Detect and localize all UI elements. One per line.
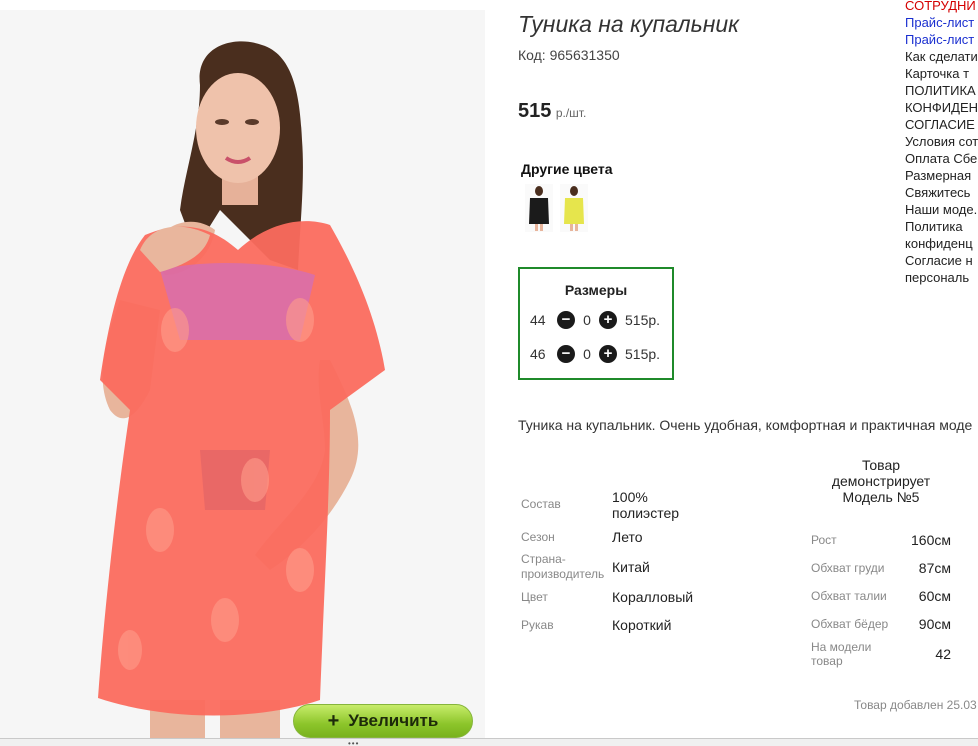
size-price: 515р. (625, 312, 661, 328)
property-value: Китай (612, 559, 650, 575)
color-swatch-yellow[interactable] (560, 184, 588, 232)
sidebar-link[interactable]: Политика (905, 218, 978, 235)
sidebar-link[interactable]: конфиденц (905, 235, 978, 252)
quantity-value[interactable]: 0 (575, 312, 599, 328)
added-date: Товар добавлен 25.03 (854, 698, 977, 712)
sidebar-link[interactable]: Свяжитесь (905, 184, 978, 201)
sidebar-links: СОТРУДНИ Прайс-лист Прайс-лист Как сдела… (905, 0, 978, 286)
plus-icon: + (327, 709, 340, 732)
size-price: 515р. (625, 346, 661, 362)
property-value: Коралловый (612, 589, 694, 605)
model-measure-label: Обхват талии (811, 589, 887, 603)
sizes-panel: Размеры 44 − 0 + 515р. 46 − 0 + 515р. (518, 267, 674, 380)
minus-button[interactable]: − (557, 345, 575, 363)
model-measure-label: Обхват бёдер (811, 617, 889, 631)
other-colors-title: Другие цвета (521, 161, 613, 177)
model-measure-value: 42 (935, 646, 951, 662)
property-label: Цвет (521, 590, 548, 604)
sidebar-link[interactable]: Оплата Сбе (905, 150, 978, 167)
sidebar-link[interactable]: Условия сот (905, 133, 978, 150)
plus-button[interactable]: + (599, 345, 617, 363)
property-label: Рукав (521, 618, 554, 632)
product-price: 515 р./шт. (518, 100, 586, 123)
product-image (0, 10, 485, 744)
model-measure-label: Обхват груди (811, 561, 885, 575)
sidebar-link[interactable]: Размерная (905, 167, 978, 184)
sidebar-link[interactable]: Как сделати (905, 48, 978, 65)
property-value: 100% полиэстер (612, 489, 680, 521)
zoom-button-label: Увеличить (348, 711, 439, 730)
sidebar-link[interactable]: СОТРУДНИ (905, 0, 978, 14)
sidebar-link[interactable]: Прайс-лист (905, 31, 978, 48)
sizes-title: Размеры (564, 282, 628, 298)
product-title: Туника на купальник (518, 11, 740, 37)
product-description: Туника на купальник. Очень удобная, комф… (518, 417, 973, 433)
sidebar-link[interactable]: КОНФИДЕН (905, 99, 978, 116)
size-value: 46 (530, 346, 546, 362)
size-value: 44 (530, 312, 546, 328)
sidebar-link[interactable]: Наши моде. (905, 201, 978, 218)
property-value: Лето (612, 529, 643, 545)
model-measure-label: На модели товар (811, 640, 872, 668)
model-measure-label: Рост (811, 533, 837, 547)
property-label: Страна-производитель (521, 552, 605, 581)
zoom-button[interactable]: + Увеличить (293, 704, 473, 738)
property-label: Состав (521, 497, 561, 511)
model-measure-value: 160см (911, 532, 951, 548)
scrollbar-grip-icon: ••• (348, 739, 360, 746)
minus-button[interactable]: − (557, 311, 575, 329)
size-row: 46 − 0 + 515р. (530, 345, 660, 363)
model-title: Товар демонстрирует Модель №5 (831, 457, 931, 505)
sidebar-link[interactable]: ПОЛИТИКА (905, 82, 978, 99)
model-measure-value: 90см (918, 616, 951, 632)
size-row: 44 − 0 + 515р. (530, 311, 660, 329)
product-code: Код: 965631350 (518, 47, 620, 63)
property-value: Короткий (612, 617, 672, 633)
price-currency: р./шт. (555, 106, 587, 120)
price-amount: 515 (518, 100, 552, 122)
quantity-value[interactable]: 0 (575, 346, 599, 362)
color-swatch-black[interactable] (525, 184, 553, 232)
property-label: Сезон (521, 530, 555, 544)
product-photo[interactable] (0, 10, 485, 744)
sidebar-link[interactable]: Согласие н (905, 252, 978, 269)
model-measure-value: 87см (918, 560, 951, 576)
horizontal-scrollbar[interactable]: ••• (0, 738, 978, 746)
sidebar-link[interactable]: персональ (905, 269, 978, 286)
sidebar-link[interactable]: СОГЛАСИЕ (905, 116, 978, 133)
sidebar-link[interactable]: Прайс-лист (905, 14, 978, 31)
plus-button[interactable]: + (599, 311, 617, 329)
sidebar-link[interactable]: Карточка т (905, 65, 978, 82)
model-measure-value: 60см (918, 588, 951, 604)
